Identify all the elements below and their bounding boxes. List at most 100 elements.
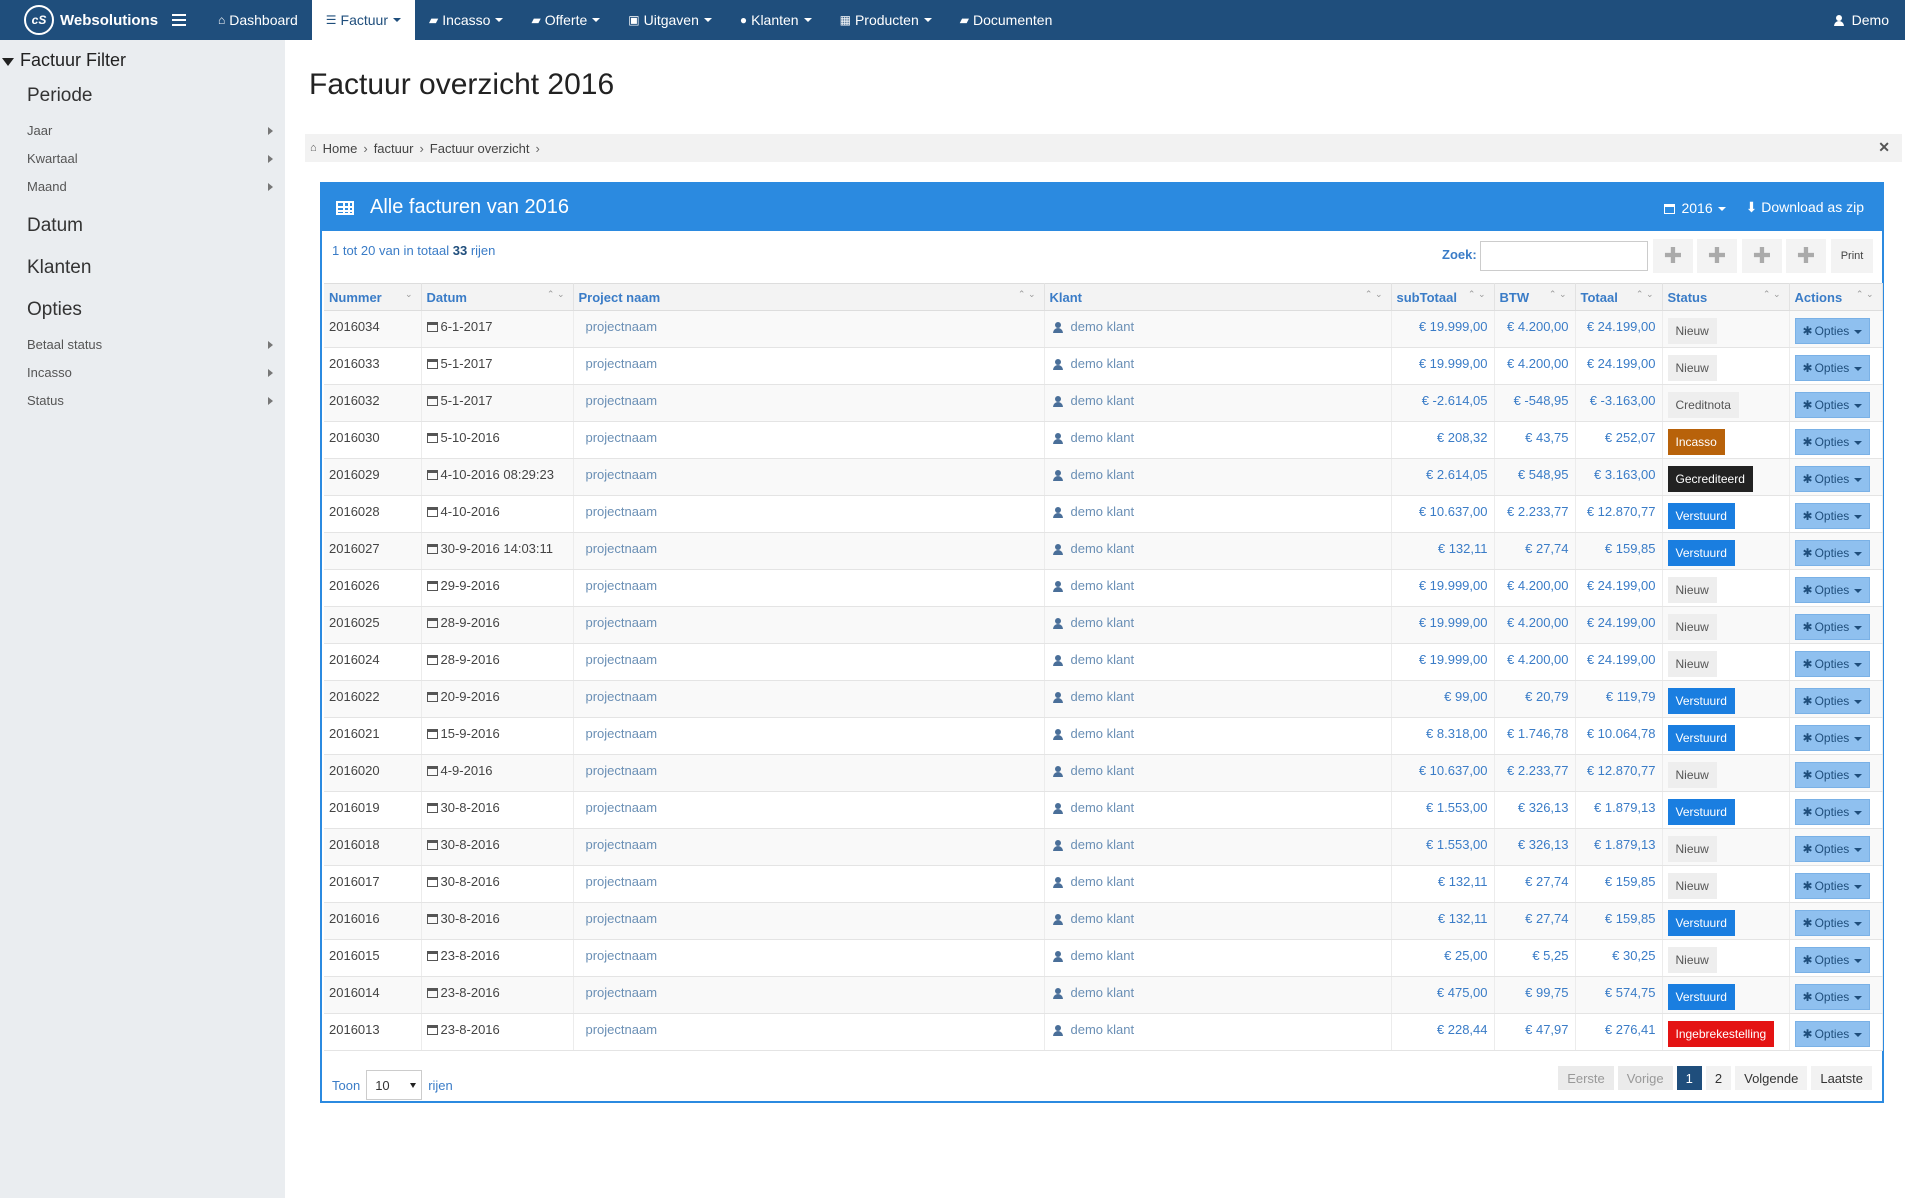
client-cell[interactable]: demo klant [1044,902,1392,940]
options-button[interactable]: ✱ Opties [1794,577,1871,603]
column-header-totaal[interactable]: Totaal ⌃ ⌄ [1575,283,1663,311]
breadcrumb-home[interactable]: Home [323,141,358,156]
project-name[interactable]: projectnaam [573,791,1045,829]
client-cell[interactable]: demo klant [1044,754,1392,792]
page-button-1[interactable]: 1 [1676,1066,1702,1090]
options-button[interactable]: ✱ Opties [1794,540,1871,566]
close-icon[interactable]: ✕ [1878,139,1890,156]
project-name[interactable]: projectnaam [573,310,1045,348]
client-cell[interactable]: demo klant [1044,828,1392,866]
invoice-number[interactable]: 2016032 [324,384,422,422]
column-header-klant[interactable]: Klant ⌃ ⌄ [1044,283,1392,311]
options-button[interactable]: ✱ Opties [1794,355,1871,381]
puzzle-icon[interactable]: ✚ [1742,239,1782,273]
client-cell[interactable]: demo klant [1044,310,1392,348]
hamburger-menu-icon[interactable] [172,0,192,40]
invoice-number[interactable]: 2016018 [324,828,422,866]
invoice-number[interactable]: 2016028 [324,495,422,533]
brand[interactable]: cS Websolutions [0,0,172,40]
nav-klanten[interactable]: ● Klanten [726,0,826,40]
invoice-number[interactable]: 2016027 [324,532,422,570]
client-cell[interactable]: demo klant [1044,458,1392,496]
invoice-number[interactable]: 2016016 [324,902,422,940]
invoice-number[interactable]: 2016029 [324,458,422,496]
options-button[interactable]: ✱ Opties [1794,984,1871,1010]
client-cell[interactable]: demo klant [1044,1013,1392,1051]
client-cell[interactable]: demo klant [1044,680,1392,718]
sidebar-section-periode[interactable]: Periode [0,75,285,117]
sidebar-item-betaal-status[interactable]: Betaal status [0,331,285,359]
nav-incasso[interactable]: ▰ Incasso [415,0,517,40]
invoice-number[interactable]: 2016034 [324,310,422,348]
options-button[interactable]: ✱ Opties [1794,836,1871,862]
puzzle-icon[interactable]: ✚ [1697,239,1737,273]
invoice-number[interactable]: 2016022 [324,680,422,718]
invoice-number[interactable]: 2016017 [324,865,422,903]
sidebar-item-status[interactable]: Status [0,387,285,415]
client-cell[interactable]: demo klant [1044,976,1392,1014]
options-button[interactable]: ✱ Opties [1794,910,1871,936]
options-button[interactable]: ✱ Opties [1794,762,1871,788]
sidebar-item-jaar[interactable]: Jaar [0,117,285,145]
client-cell[interactable]: demo klant [1044,865,1392,903]
options-button[interactable]: ✱ Opties [1794,392,1871,418]
puzzle-icon[interactable]: ✚ [1786,239,1826,273]
invoice-number[interactable]: 2016021 [324,717,422,755]
client-cell[interactable]: demo klant [1044,495,1392,533]
project-name[interactable]: projectnaam [573,976,1045,1014]
sidebar-section-klanten[interactable]: Klanten [0,247,285,289]
year-dropdown[interactable]: 2016 [1663,200,1726,216]
project-name[interactable]: projectnaam [573,1013,1045,1051]
invoice-number[interactable]: 2016026 [324,569,422,607]
project-name[interactable]: projectnaam [573,532,1045,570]
project-name[interactable]: projectnaam [573,939,1045,977]
search-input[interactable] [1480,241,1648,271]
page-button-laatste[interactable]: Laatste [1811,1066,1872,1090]
sidebar-section-opties[interactable]: Opties [0,289,285,331]
client-cell[interactable]: demo klant [1044,421,1392,459]
column-header-btw[interactable]: BTW ⌃ ⌄ [1494,283,1576,311]
project-name[interactable]: projectnaam [573,754,1045,792]
breadcrumb-factuur[interactable]: factuur [374,141,414,156]
client-cell[interactable]: demo klant [1044,939,1392,977]
page-button-2[interactable]: 2 [1705,1066,1732,1090]
client-cell[interactable]: demo klant [1044,384,1392,422]
column-header-actions[interactable]: Actions ⌃ ⌄ [1789,283,1883,311]
client-cell[interactable]: demo klant [1044,643,1392,681]
print-button[interactable]: Print [1831,239,1873,273]
client-cell[interactable]: demo klant [1044,347,1392,385]
client-cell[interactable]: demo klant [1044,717,1392,755]
invoice-number[interactable]: 2016015 [324,939,422,977]
options-button[interactable]: ✱ Opties [1794,651,1871,677]
options-button[interactable]: ✱ Opties [1794,318,1871,344]
project-name[interactable]: projectnaam [573,347,1045,385]
options-button[interactable]: ✱ Opties [1794,466,1871,492]
options-button[interactable]: ✱ Opties [1794,503,1871,529]
invoice-number[interactable]: 2016014 [324,976,422,1014]
invoice-number[interactable]: 2016033 [324,347,422,385]
client-cell[interactable]: demo klant [1044,532,1392,570]
nav-uitgaven[interactable]: ▣ Uitgaven [614,0,726,40]
client-cell[interactable]: demo klant [1044,606,1392,644]
options-button[interactable]: ✱ Opties [1794,1021,1871,1047]
client-cell[interactable]: demo klant [1044,791,1392,829]
project-name[interactable]: projectnaam [573,717,1045,755]
project-name[interactable]: projectnaam [573,384,1045,422]
nav-producten[interactable]: ▦ Producten [826,0,946,40]
project-name[interactable]: projectnaam [573,569,1045,607]
project-name[interactable]: projectnaam [573,865,1045,903]
sidebar-item-kwartaal[interactable]: Kwartaal [0,145,285,173]
nav-factuur[interactable]: ☰ Factuur [311,0,415,40]
puzzle-icon[interactable]: ✚ [1653,239,1693,273]
nav-dashboard[interactable]: ⌂ Dashboard [204,0,312,40]
options-button[interactable]: ✱ Opties [1794,688,1871,714]
column-header-datum[interactable]: Datum ⌃ ⌄ [421,283,574,311]
user-menu[interactable]: Demo [1833,0,1889,40]
options-button[interactable]: ✱ Opties [1794,614,1871,640]
project-name[interactable]: projectnaam [573,680,1045,718]
column-header-nummer[interactable]: Nummer ⌄ [324,283,422,311]
invoice-number[interactable]: 2016025 [324,606,422,644]
client-cell[interactable]: demo klant [1044,569,1392,607]
sidebar-item-maand[interactable]: Maand [0,173,285,201]
invoice-number[interactable]: 2016013 [324,1013,422,1051]
